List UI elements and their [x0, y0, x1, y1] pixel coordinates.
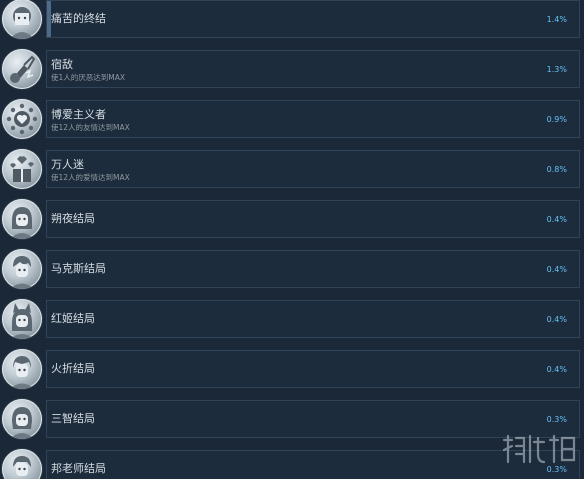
achievement-panel: 博爱主义者 使12人的友情达到MAX 0.9% [46, 100, 580, 138]
achievement-row[interactable]: 痛苦的终结 1.4% [0, 0, 584, 49]
achievement-title: 万人迷 [51, 158, 84, 171]
achievement-panel: 万人迷 使12人的爱情达到MAX 0.8% [46, 150, 580, 188]
unlock-percent: 0.4% [546, 265, 567, 274]
achievement-row[interactable]: 朔夜结局 0.4% [0, 199, 584, 249]
achievement-title: 痛苦的终结 [51, 12, 106, 25]
achievement-panel: 朔夜结局 0.4% [46, 200, 580, 238]
achievement-row[interactable]: 红姬结局 0.4% [0, 299, 584, 349]
unlock-percent: 0.4% [546, 215, 567, 224]
achievement-title: 博爱主义者 [51, 108, 106, 121]
achievement-row[interactable]: 邦老师结局 0.3% [0, 449, 584, 479]
girl-portrait-icon [2, 399, 42, 439]
achievement-panel: 马克斯结局 0.4% [46, 250, 580, 288]
girl-portrait-icon [2, 199, 42, 239]
unlock-percent: 0.4% [546, 365, 567, 374]
achievement-panel: 宿敌 使1人的厌恶达到MAX 1.3% [46, 50, 580, 88]
gift-hearts-icon [2, 149, 42, 189]
achievement-title: 邦老师结局 [51, 462, 106, 475]
achievement-row[interactable]: 马克斯结局 0.4% [0, 249, 584, 299]
achievement-title: 火折结局 [51, 362, 95, 375]
achievement-title: 宿敌 [51, 58, 73, 71]
unlock-percent: 0.9% [546, 115, 567, 124]
achievement-list: 痛苦的终结 1.4% 宿敌 使1人的厌恶达到MAX 1.3% 博爱主义者 使12… [0, 0, 584, 479]
achievement-panel: 痛苦的终结 1.4% [46, 0, 580, 38]
unlock-percent: 1.4% [546, 15, 567, 24]
watermark-logo [500, 432, 580, 468]
achievement-panel: 火折结局 0.4% [46, 350, 580, 388]
boy-portrait-icon [2, 349, 42, 389]
achievement-title: 朔夜结局 [51, 212, 95, 225]
boy-portrait-icon [2, 449, 42, 479]
fox-girl-portrait-icon [2, 299, 42, 339]
achievement-row[interactable]: 万人迷 使12人的爱情达到MAX 0.8% [0, 149, 584, 199]
achievement-description: 使12人的友情达到MAX [51, 123, 130, 132]
achievement-title: 红姬结局 [51, 312, 95, 325]
unlock-percent: 0.8% [546, 165, 567, 174]
achievement-row[interactable]: 宿敌 使1人的厌恶达到MAX 1.3% [0, 49, 584, 99]
unlock-percent: 0.3% [546, 415, 567, 424]
achievement-description: 使12人的爱情达到MAX [51, 173, 130, 182]
achievement-row[interactable]: 三智结局 0.3% [0, 399, 584, 449]
boy-portrait-icon [2, 249, 42, 289]
girl-portrait-icon [2, 0, 42, 39]
achievement-panel: 红姬结局 0.4% [46, 300, 580, 338]
achievement-row[interactable]: 博爱主义者 使12人的友情达到MAX 0.9% [0, 99, 584, 149]
broken-guitar-icon [2, 49, 42, 89]
heart-ring-icon [2, 99, 42, 139]
achievement-description: 使1人的厌恶达到MAX [51, 73, 126, 82]
unlock-percent: 1.3% [546, 65, 567, 74]
unlock-percent: 0.4% [546, 315, 567, 324]
achievement-title: 三智结局 [51, 412, 95, 425]
achievement-row[interactable]: 火折结局 0.4% [0, 349, 584, 399]
achievement-title: 马克斯结局 [51, 262, 106, 275]
